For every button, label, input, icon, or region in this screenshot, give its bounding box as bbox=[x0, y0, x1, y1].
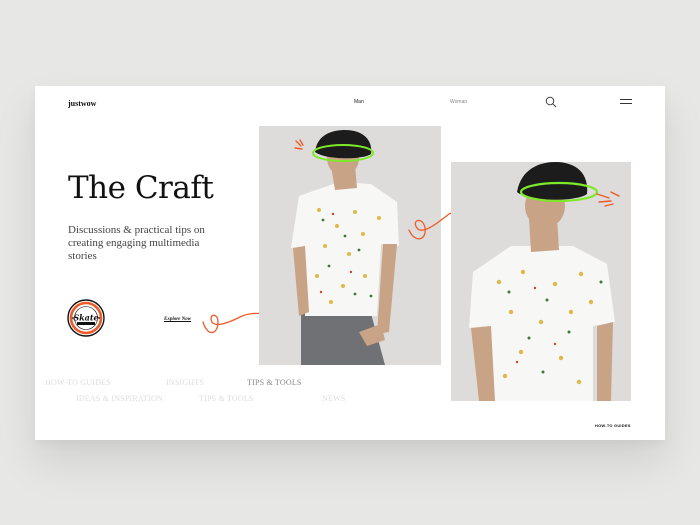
main-card: justwow Man Woman The Craft Discussions … bbox=[35, 86, 665, 440]
brand-logo[interactable]: justwow bbox=[68, 99, 96, 108]
page-title: The Craft bbox=[68, 170, 214, 206]
tag-insights[interactable]: INSIGHTS bbox=[166, 378, 204, 387]
tag-tips-tools-active[interactable]: TIPS & TOOLS bbox=[247, 378, 302, 387]
sparks-icon bbox=[294, 139, 304, 150]
skate-badge-logo: Skate bbox=[67, 299, 105, 337]
hamburger-menu-icon[interactable] bbox=[620, 99, 632, 106]
tag-how-to-guides[interactable]: HOW-TO GUIDES bbox=[45, 378, 111, 387]
tag-ideas-inspiration[interactable]: IDEAS & INSPIRATION bbox=[76, 394, 163, 403]
sparks-icon bbox=[596, 191, 620, 207]
search-icon[interactable] bbox=[545, 96, 557, 108]
tag-news[interactable]: NEWS bbox=[322, 394, 345, 403]
nav-man[interactable]: Man bbox=[354, 99, 364, 105]
hero-description: Discussions & practical tips on creating… bbox=[68, 224, 205, 262]
tag-tips-tools[interactable]: TIPS & TOOLS bbox=[199, 394, 254, 403]
explore-now-link[interactable]: Explore Now bbox=[164, 317, 191, 322]
svg-text:Skate: Skate bbox=[73, 313, 98, 323]
footer-how-to-guides-link[interactable]: HOW-TO GUIDES bbox=[595, 423, 631, 428]
nav-woman[interactable]: Woman bbox=[450, 99, 467, 105]
